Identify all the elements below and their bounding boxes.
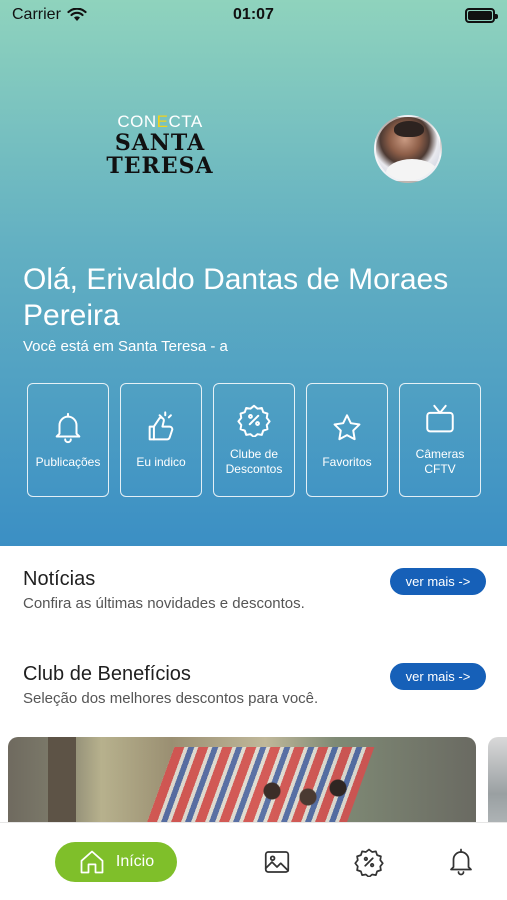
shortcut-publicacoes[interactable]: Publicações [27,383,109,497]
benefits-ver-mais-button[interactable]: ver mais -> [390,663,486,690]
tab-notifications[interactable] [446,847,476,877]
home-icon [80,850,104,874]
discount-badge-icon [354,848,384,878]
status-bar: Carrier 01:07 [0,0,507,30]
shortcut-grid: Publicações Eu indico Clube de Descontos… [27,383,481,497]
tab-gallery[interactable] [262,847,292,877]
shortcut-eu-indico[interactable]: Eu indico [120,383,202,497]
star-icon [333,413,361,440]
benefit-card-image[interactable] [488,737,507,832]
image-icon [264,851,290,873]
app-logo: CONECTA SANTA TERESA [104,112,216,178]
shortcut-label: Favoritos [322,454,372,469]
wifi-icon [67,8,87,21]
shortcut-label: Eu indico [136,454,186,469]
greeting-text: Olá, Erivaldo Dantas de Moraes Pereira [23,263,449,332]
tab-discounts[interactable] [354,847,384,878]
shortcut-label: Clube de Descontos [225,447,283,476]
shortcut-clube-descontos[interactable]: Clube de Descontos [213,383,295,497]
tv-icon [426,404,454,433]
benefit-card-image[interactable] [8,737,476,832]
logo-line-2: TERESA [106,153,214,179]
logo-line-1: SANTA [114,130,206,156]
location-text: Você está em Santa Teresa - a [23,338,228,355]
battery-icon [465,7,498,23]
avatar[interactable] [374,115,442,183]
carrier-label: Carrier [12,6,61,23]
bell-icon [450,848,472,876]
logo-top-text: CONECTA [117,112,203,131]
shortcut-label: Publicações [35,454,101,469]
benefits-section: Club de Benefícios Seleção dos melhores … [23,663,488,707]
hero-header: Carrier 01:07 CONECTA SANTA TERESA Olá, … [0,0,507,546]
news-ver-mais-button[interactable]: ver mais -> [390,568,486,595]
tab-inicio[interactable]: Início [55,842,177,882]
shortcut-cameras-cftv[interactable]: Câmeras CFTV [399,383,481,497]
bell-icon [55,412,81,443]
news-section: Notícias Confira as últimas novidades e … [23,568,488,612]
bottom-tab-bar: Início [0,822,507,900]
discount-badge-icon [237,404,271,437]
shortcut-favoritos[interactable]: Favoritos [306,383,388,497]
benefits-subtitle: Seleção dos melhores descontos para você… [23,690,319,707]
benefits-carousel[interactable] [8,737,507,832]
carrier-info: Carrier [12,6,87,24]
shortcut-label: Câmeras CFTV [415,447,465,476]
news-subtitle: Confira as últimas novidades e descontos… [23,595,305,612]
tab-inicio-label: Início [115,853,155,870]
thumbs-up-icon [148,410,174,440]
